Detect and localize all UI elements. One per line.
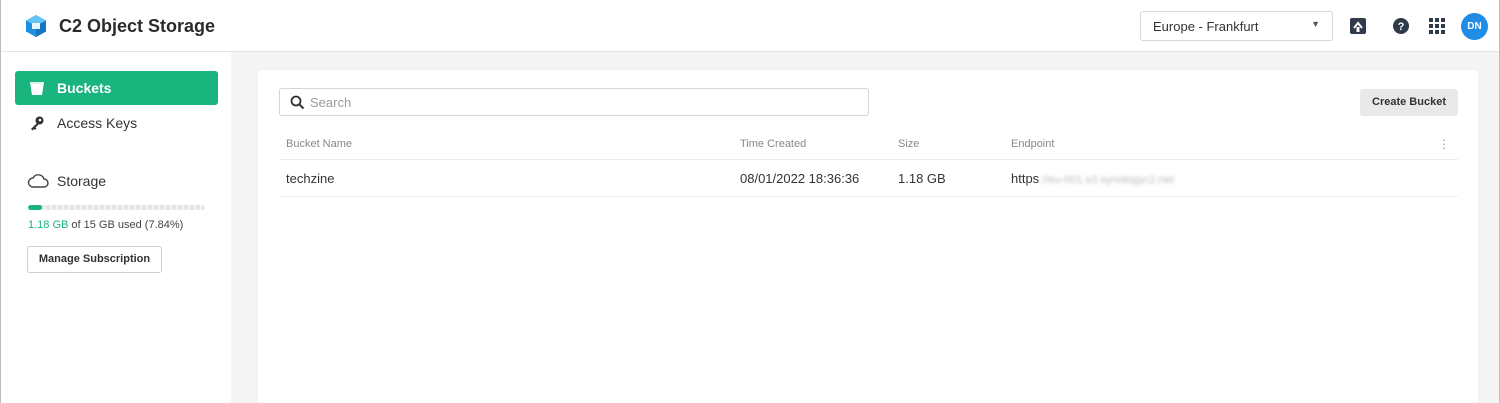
storage-label: Storage xyxy=(57,173,107,189)
dashboard-icon[interactable] xyxy=(1348,16,1368,36)
storage-usage-text: 1.18 GB of 15 GB used (7.84%) xyxy=(28,219,183,231)
sidebar-item-buckets[interactable]: Buckets xyxy=(15,71,218,105)
endpoint-cell: https://eu-001.s3.synologyc2.net xyxy=(1011,171,1174,186)
bucket-name-cell[interactable]: techzine xyxy=(286,171,334,186)
search-box[interactable] xyxy=(279,88,869,116)
storage-progress-bar xyxy=(28,205,205,210)
storage-usage-suffix: of 15 GB used (7.84%) xyxy=(68,219,184,231)
column-header-size[interactable]: Size xyxy=(898,138,919,150)
table-header: Bucket Name Time Created Size Endpoint ⋮ xyxy=(279,132,1458,160)
svg-text:?: ? xyxy=(1398,21,1405,33)
region-select-value: Europe - Frankfurt xyxy=(1153,19,1259,34)
key-icon xyxy=(31,116,44,131)
endpoint-blurred-text: ://eu-001.s3.synologyc2.net xyxy=(1039,174,1174,186)
column-header-endpoint[interactable]: Endpoint xyxy=(1011,138,1054,150)
region-select[interactable]: Europe - Frankfurt ▼ xyxy=(1140,11,1333,41)
column-header-time-created[interactable]: Time Created xyxy=(740,138,806,150)
size-cell: 1.18 GB xyxy=(898,171,946,186)
top-header: C2 Object Storage Europe - Frankfurt ▼ ?… xyxy=(0,0,1500,52)
sidebar-item-label: Access Keys xyxy=(57,115,138,131)
storage-used-value: 1.18 GB xyxy=(28,219,69,231)
time-created-cell: 08/01/2022 18:36:36 xyxy=(740,171,860,186)
storage-progress-fill xyxy=(28,205,42,210)
search-icon xyxy=(290,95,305,110)
apps-grid-icon[interactable] xyxy=(1427,16,1447,36)
create-bucket-button[interactable]: Create Bucket xyxy=(1360,89,1458,116)
app-title: C2 Object Storage xyxy=(59,16,216,36)
help-icon[interactable]: ? xyxy=(1391,16,1411,36)
more-options-icon[interactable]: ⋮ xyxy=(1438,137,1450,151)
cube-logo-icon xyxy=(26,15,46,37)
manage-subscription-button[interactable]: Manage Subscription xyxy=(27,246,162,273)
sidebar-item-label: Buckets xyxy=(57,80,112,96)
search-input[interactable] xyxy=(310,92,850,112)
buckets-panel: Create Bucket Bucket Name Time Created S… xyxy=(258,70,1478,403)
bucket-icon xyxy=(30,82,44,95)
sidebar-item-access-keys[interactable]: Access Keys xyxy=(15,106,218,140)
column-header-bucket-name[interactable]: Bucket Name xyxy=(286,138,352,150)
sidebar: Buckets Access Keys Storage 1.18 GB of 1… xyxy=(0,52,231,403)
avatar[interactable]: DN xyxy=(1461,13,1488,40)
chevron-down-icon: ▼ xyxy=(1311,19,1320,29)
endpoint-prefix: https xyxy=(1011,171,1040,186)
cloud-icon xyxy=(27,174,49,188)
table-row[interactable]: techzine 08/01/2022 18:36:36 1.18 GB htt… xyxy=(279,161,1458,197)
